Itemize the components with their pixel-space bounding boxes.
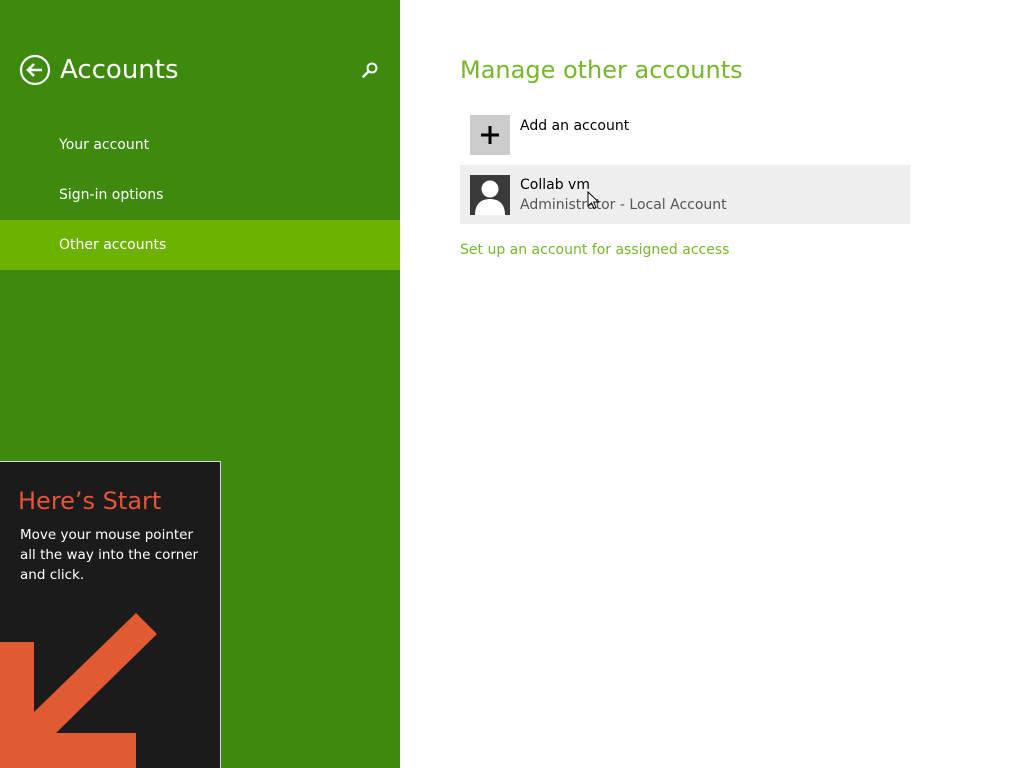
- nav-item-other-accounts[interactable]: Other accounts: [0, 220, 400, 270]
- start-tip-body: Move your mouse pointer all the way into…: [20, 527, 199, 583]
- account-type: Administrator - Local Account: [520, 197, 727, 213]
- search-icon: [362, 62, 378, 78]
- start-tip-title: Here’s Start: [18, 487, 162, 515]
- nav-title: Accounts: [60, 55, 179, 85]
- corner-arrow-icon: [0, 613, 157, 768]
- account-list-item[interactable]: Collab vm Administrator - Local Account: [460, 165, 910, 224]
- search-button[interactable]: [360, 60, 380, 80]
- start-tip-popup: Here’s Start Move your mouse pointer all…: [0, 461, 221, 768]
- back-button[interactable]: [19, 54, 51, 86]
- assigned-access-link[interactable]: Set up an account for assigned access: [460, 240, 729, 260]
- user-silhouette-icon: [475, 180, 505, 215]
- nav-item-your-account[interactable]: Your account: [0, 120, 400, 170]
- nav-list: Your account Sign-in options Other accou…: [0, 120, 400, 270]
- avatar: [470, 175, 510, 215]
- back-arrow-icon: [19, 54, 51, 86]
- add-account-button[interactable]: Add an account: [460, 110, 910, 160]
- nav-pane: Accounts Your account Sign-in options Ot…: [0, 0, 400, 768]
- add-account-label: Add an account: [520, 118, 630, 134]
- page-title: Manage other accounts: [460, 56, 743, 84]
- pc-settings-window: Accounts Your account Sign-in options Ot…: [0, 0, 1024, 768]
- plus-icon: [481, 126, 499, 144]
- account-name: Collab vm: [520, 177, 590, 193]
- content-pane: Manage other accounts Add an account Col…: [400, 0, 1024, 768]
- nav-item-sign-in-options[interactable]: Sign-in options: [0, 170, 400, 220]
- add-account-tile: [470, 115, 510, 155]
